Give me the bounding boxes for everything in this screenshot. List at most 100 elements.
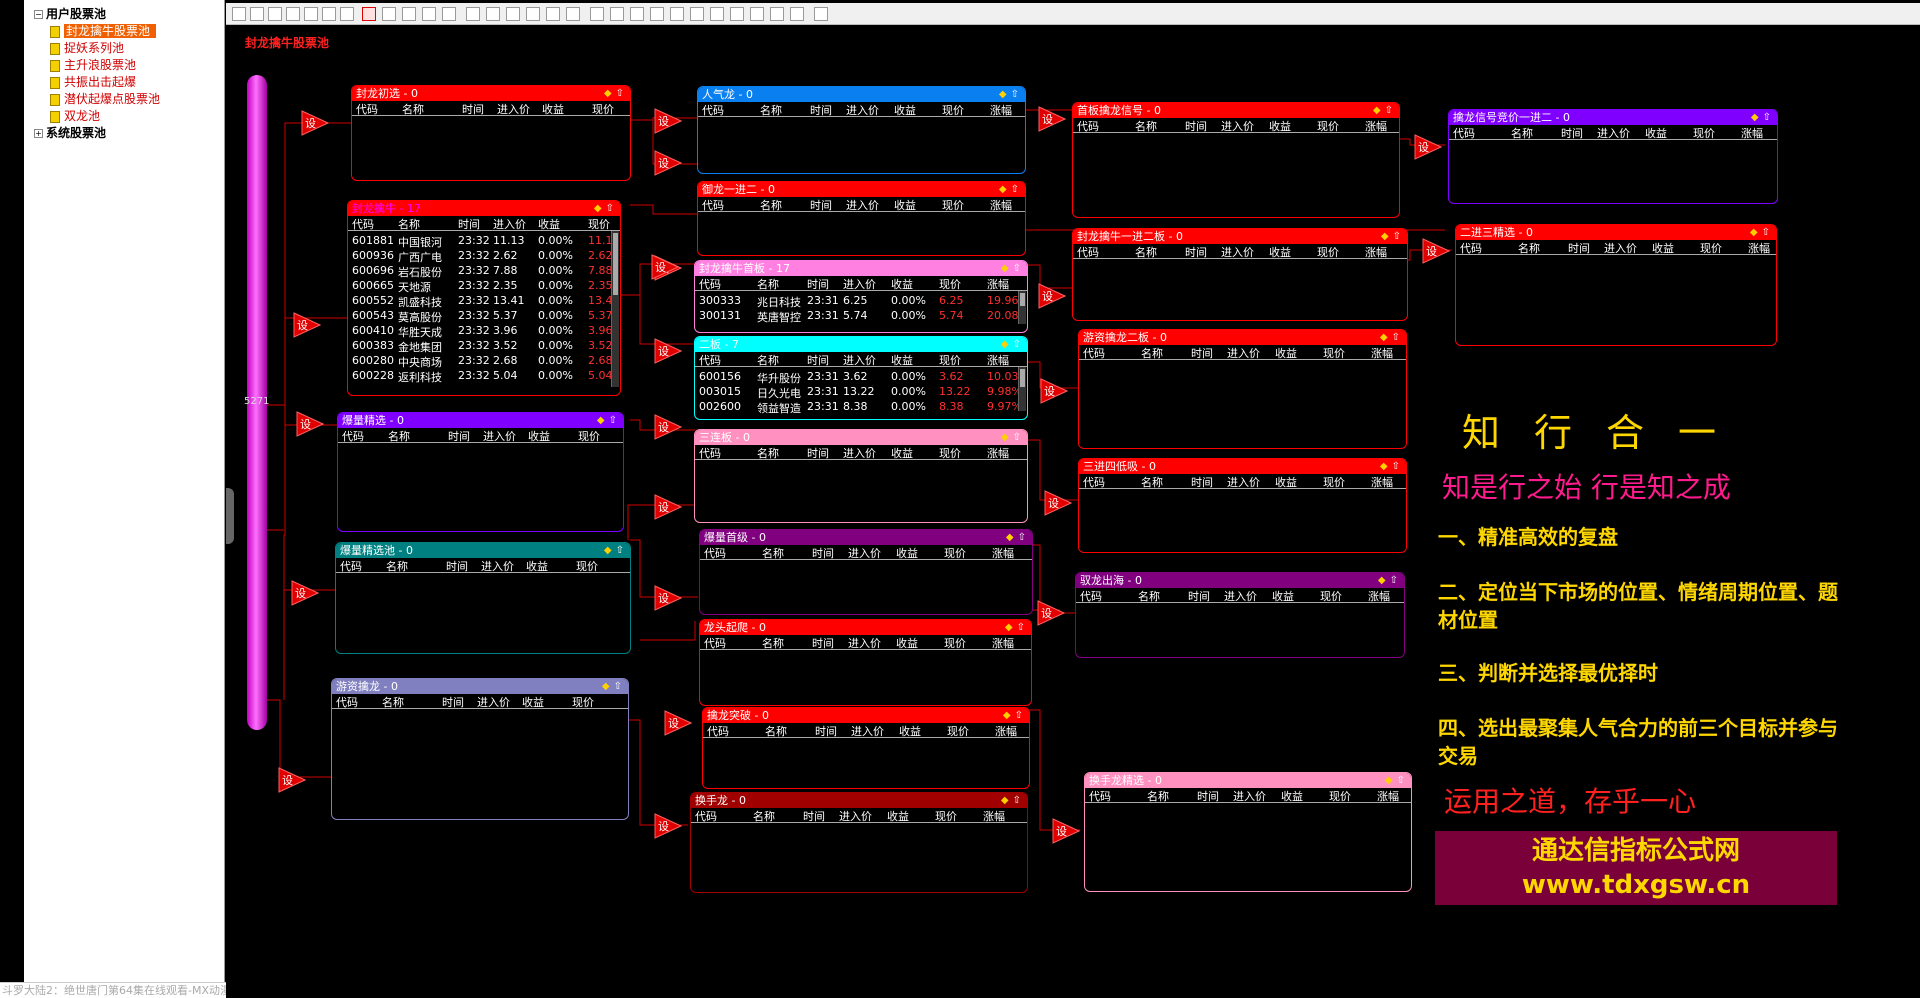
column-header[interactable]: 现价 [576, 558, 598, 574]
pool-panel[interactable]: 擒龙信号竞价一进二 - 0 ◆ ⇧ 代码 名称 时间 进入价 收益 现价 涨幅 [1448, 109, 1778, 204]
column-header[interactable]: 时间 [1191, 345, 1213, 361]
column-header[interactable]: 现价 [1320, 588, 1342, 604]
column-header[interactable]: 现价 [939, 352, 961, 368]
pool-panel[interactable]: 爆量首级 - 0 ◆ ⇧ 代码 名称 时间 进入价 收益 现价 涨幅 [699, 529, 1033, 615]
column-header[interactable]: 进入价 [851, 723, 884, 739]
scrollbar[interactable] [611, 231, 619, 387]
column-header[interactable]: 收益 [1652, 240, 1674, 256]
panel-header[interactable]: 爆量精选 - 0 ◆ ⇧ [338, 413, 623, 428]
column-header[interactable]: 名称 [1511, 125, 1533, 141]
panel-header[interactable]: 三连板 - 0 ◆ ⇧ [695, 430, 1027, 445]
column-header[interactable]: 代码 [704, 635, 726, 651]
column-header[interactable]: 涨幅 [1371, 345, 1393, 361]
column-header[interactable]: 时间 [462, 101, 484, 117]
column-header[interactable]: 进入价 [477, 694, 510, 710]
panel-header[interactable]: 换手龙精选 - 0 ◆ ⇧ [1085, 773, 1411, 788]
column-header[interactable]: 代码 [707, 723, 729, 739]
column-header[interactable]: 收益 [1272, 588, 1294, 604]
diamond-icon[interactable]: ◆ [1373, 105, 1381, 116]
column-header[interactable]: 涨幅 [1377, 788, 1399, 804]
column-header[interactable]: 涨幅 [990, 197, 1012, 213]
diamond-icon[interactable]: ◆ [1005, 622, 1013, 633]
collapse-up-icon[interactable]: ⇧ [1011, 89, 1019, 100]
column-header[interactable]: 涨幅 [1365, 118, 1387, 134]
column-header[interactable]: 时间 [448, 428, 470, 444]
column-header[interactable]: 涨幅 [995, 723, 1017, 739]
column-header[interactable]: 进入价 [839, 808, 872, 824]
panel-header[interactable]: 二板 - 7 ◆ ⇧ [695, 337, 1027, 352]
column-header[interactable]: 代码 [1089, 788, 1111, 804]
column-header[interactable]: 代码 [340, 558, 362, 574]
column-header[interactable]: 时间 [807, 276, 829, 292]
diamond-icon[interactable]: ◆ [604, 88, 612, 99]
setting-arrow-button[interactable]: 设 [1052, 818, 1081, 844]
column-header[interactable]: 进入价 [1221, 244, 1254, 260]
collapse-up-icon[interactable]: ⇧ [614, 681, 622, 692]
column-header[interactable]: 涨幅 [1368, 588, 1390, 604]
column-header[interactable]: 进入价 [497, 101, 530, 117]
pool-panel[interactable]: 换手龙精选 - 0 ◆ ⇧ 代码 名称 时间 进入价 收益 现价 涨幅 [1084, 772, 1412, 892]
panel-header[interactable]: 封龙擒牛一进二板 - 0 ◆ ⇧ [1073, 229, 1407, 244]
column-header[interactable]: 现价 [944, 635, 966, 651]
column-header[interactable]: 收益 [896, 635, 918, 651]
setting-arrow-button[interactable]: 设 [1038, 283, 1067, 309]
pool-panel[interactable]: 驭龙出海 - 0 ◆ ⇧ 代码 名称 时间 进入价 收益 现价 涨幅 [1075, 572, 1405, 658]
diamond-icon[interactable]: ◆ [1003, 710, 1011, 721]
column-header[interactable]: 代码 [352, 216, 374, 232]
column-header[interactable]: 名称 [753, 808, 775, 824]
column-header[interactable]: 收益 [891, 276, 913, 292]
column-header[interactable]: 涨幅 [987, 276, 1009, 292]
collapse-up-icon[interactable]: ⇧ [1763, 112, 1771, 123]
pool-panel[interactable]: 封龙初选 - 0 ◆ ⇧ 代码 名称 时间 进入价 收益 现价 [351, 85, 631, 181]
collapse-up-icon[interactable]: ⇧ [606, 203, 614, 214]
column-header[interactable]: 名称 [1141, 345, 1163, 361]
collapse-up-icon[interactable]: ⇧ [1762, 227, 1770, 238]
table-row[interactable]: 600936 广西广电 23:32 2.62 0.00% 2.62 [348, 249, 620, 264]
collapse-up-icon[interactable]: ⇧ [1397, 775, 1405, 786]
column-header[interactable]: 现价 [588, 216, 610, 232]
column-header[interactable]: 时间 [810, 102, 832, 118]
column-header[interactable]: 收益 [528, 428, 550, 444]
column-header[interactable]: 现价 [942, 102, 964, 118]
panel-header[interactable]: 人气龙 - 0 ◆ ⇧ [698, 87, 1025, 102]
setting-arrow-button[interactable]: 设 [654, 108, 683, 134]
panel-header[interactable]: 爆量首级 - 0 ◆ ⇧ [700, 530, 1032, 545]
column-header[interactable]: 名称 [757, 445, 779, 461]
setting-arrow-button[interactable]: 设 [654, 813, 683, 839]
collapse-up-icon[interactable]: ⇧ [1392, 332, 1400, 343]
collapse-up-icon[interactable]: ⇧ [1013, 339, 1021, 350]
column-header[interactable]: 现价 [947, 723, 969, 739]
table-row[interactable]: 600156 华升股份 23:31 3.62 0.00% 3.62 10.03 [695, 370, 1027, 385]
column-header[interactable]: 涨幅 [992, 635, 1014, 651]
setting-arrow-button[interactable]: 设 [1038, 106, 1067, 132]
setting-arrow-button[interactable]: 设 [1037, 600, 1066, 626]
column-header[interactable]: 涨幅 [1365, 244, 1387, 260]
table-row[interactable]: 600696 岩石股份 23:32 7.88 0.00% 7.88 [348, 264, 620, 279]
panel-header[interactable]: 游资擒龙二板 - 0 ◆ ⇧ [1079, 330, 1406, 345]
column-header[interactable]: 时间 [812, 635, 834, 651]
column-header[interactable]: 名称 [386, 558, 408, 574]
column-header[interactable]: 时间 [803, 808, 825, 824]
panel-header[interactable]: 御龙一进二 - 0 ◆ ⇧ [698, 182, 1025, 197]
scrollbar-thumb[interactable] [1020, 369, 1025, 387]
column-header[interactable]: 进入价 [1233, 788, 1266, 804]
collapse-up-icon[interactable]: ⇧ [1390, 575, 1398, 586]
column-header[interactable]: 名称 [1141, 474, 1163, 490]
column-header[interactable]: 代码 [336, 694, 358, 710]
collapse-up-icon[interactable]: ⇧ [1392, 461, 1400, 472]
column-header[interactable]: 时间 [442, 694, 464, 710]
column-header[interactable]: 涨幅 [992, 545, 1014, 561]
collapse-up-icon[interactable]: ⇧ [1013, 263, 1021, 274]
column-header[interactable]: 代码 [702, 197, 724, 213]
diamond-icon[interactable]: ◆ [602, 681, 610, 692]
column-header[interactable]: 现价 [1329, 788, 1351, 804]
column-header[interactable]: 进入价 [1224, 588, 1257, 604]
column-header[interactable]: 进入价 [1604, 240, 1637, 256]
brand-banner[interactable]: 通达信指标公式网 www.tdxgsw.cn [1435, 831, 1837, 905]
diamond-icon[interactable]: ◆ [1001, 795, 1009, 806]
column-header[interactable]: 代码 [695, 808, 717, 824]
column-header[interactable]: 进入价 [846, 102, 879, 118]
panel-header[interactable]: 三进四低吸 - 0 ◆ ⇧ [1079, 459, 1406, 474]
diamond-icon[interactable]: ◆ [1381, 231, 1389, 242]
collapse-up-icon[interactable]: ⇧ [1018, 532, 1026, 543]
